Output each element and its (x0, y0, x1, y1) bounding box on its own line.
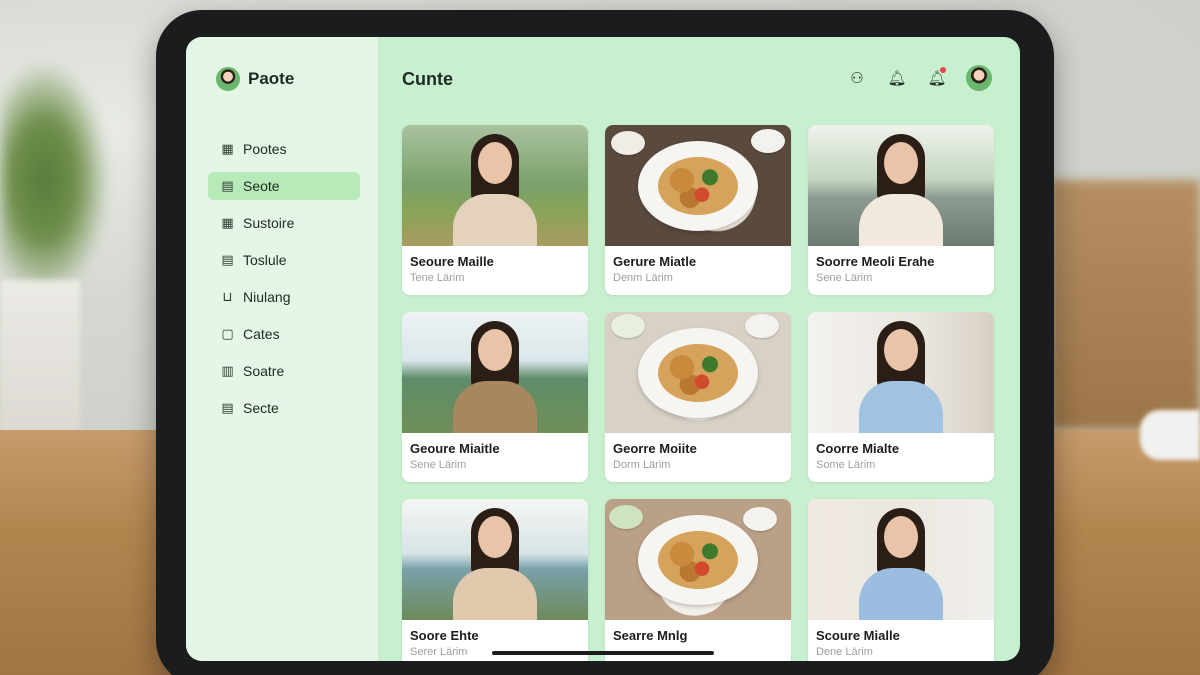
bowl-image (611, 131, 645, 155)
sidebar-item-niulang[interactable]: ⊔ Niulang (208, 283, 360, 311)
card-title: Searre Mnlg (613, 628, 688, 643)
card-grid: Seoure Maille Tene Lärim Gerure Miatle D… (402, 125, 994, 661)
background-cabinet (1050, 180, 1200, 430)
portrait-thumbnail (808, 125, 994, 246)
user-icon[interactable]: ⚇ (846, 67, 868, 89)
grid-icon: ▦ (221, 141, 234, 157)
sidebar-item-label: Pootes (243, 141, 287, 157)
person-figure (853, 315, 949, 433)
bowl-image (611, 314, 645, 338)
card-subtitle: Dene Lärim (816, 646, 873, 658)
card-item[interactable]: Searre Mnlg (605, 499, 791, 661)
portrait-thumbnail (808, 499, 994, 620)
card-item[interactable]: Georre Moiite Dorm Lärim (605, 312, 791, 482)
sidebar-item-label: Soatre (243, 363, 285, 379)
card-title: Georre Moiite (613, 441, 697, 456)
bowl-image (743, 507, 777, 531)
apps-icon: ▦ (221, 215, 234, 231)
home-indicator[interactable] (492, 651, 714, 655)
sidebar-item-label: Niulang (243, 289, 291, 305)
card-item[interactable]: Coorre Mialte Some Lärim (808, 312, 994, 482)
header-actions: ⚇ 🔔︎ 🔔︎ (846, 65, 992, 91)
sidebar-item-secte[interactable]: ▤ Secte (208, 394, 360, 422)
portrait-thumbnail (402, 125, 588, 246)
notification-bell-icon[interactable]: 🔔︎ (926, 67, 948, 89)
card-item[interactable]: Seoure Maille Tene Lärim (402, 125, 588, 295)
card-subtitle: Dorm Lärim (613, 459, 671, 471)
sidebar-item-label: Seote (243, 178, 280, 194)
card-title: Seoure Maille (410, 254, 494, 269)
card-subtitle: Sene Lärim (816, 272, 873, 284)
sidebar-item-seote[interactable]: ▤ Seote (208, 172, 360, 200)
sidebar-item-label: Cates (243, 326, 280, 342)
card-title: Coorre Mialte (816, 441, 900, 456)
bowl-image (751, 129, 785, 153)
app-screen: Paote ▦ Pootes ▤ Seote ▦ Sustoire ▤ Tosl… (186, 37, 1020, 661)
card-subtitle: Denm Lärim (613, 272, 673, 284)
sidebar-item-label: Toslule (243, 252, 287, 268)
plate-image (638, 140, 758, 231)
card-title: Geoure Miaitle (410, 441, 500, 456)
sidebar-item-sustoire[interactable]: ▦ Sustoire (208, 209, 360, 237)
food-thumbnail (605, 125, 791, 246)
card-title: Scoure Mialle (816, 628, 900, 643)
document-icon: ▤ (221, 252, 234, 268)
card-title: Soorre Meoli Erahe (816, 254, 935, 269)
bowl-image (609, 505, 643, 529)
plate-image (638, 327, 758, 418)
list-icon: ▤ (221, 400, 234, 416)
avatar[interactable] (966, 65, 992, 91)
card-item[interactable]: Scoure Mialle Dene Lärim (808, 499, 994, 661)
food-thumbnail (605, 499, 791, 620)
card-subtitle: Tene Lärim (410, 272, 465, 284)
sidebar-nav: ▦ Pootes ▤ Seote ▦ Sustoire ▤ Toslule ⊔ … (208, 135, 360, 431)
card-item[interactable]: Soorre Meoli Erahe Sene Lärim (808, 125, 994, 295)
brand-name: Paote (248, 69, 295, 88)
portrait-thumbnail (808, 312, 994, 433)
card-item[interactable]: Geoure Miaitle Sene Lärim (402, 312, 588, 482)
card-item[interactable]: Soore Ehte Serer Lärim (402, 499, 588, 661)
card-item[interactable]: Gerure Miatle Denm Lärim (605, 125, 791, 295)
card-subtitle: Some Lärim (816, 459, 876, 471)
page-title: Cunte (402, 69, 453, 89)
plate-image (638, 514, 758, 605)
sidebar-item-soatre[interactable]: ▥ Soatre (208, 357, 360, 385)
background-mug (1140, 410, 1200, 460)
calendar-icon: ▤ (221, 178, 234, 194)
person-figure (447, 128, 543, 246)
person-figure (447, 502, 543, 620)
file-icon: ▥ (221, 363, 234, 379)
sidebar-item-pootes[interactable]: ▦ Pootes (208, 135, 360, 163)
sidebar: Paote ▦ Pootes ▤ Seote ▦ Sustoire ▤ Tosl… (186, 37, 378, 661)
brand-avatar (216, 67, 240, 91)
note-icon: ▢ (221, 326, 234, 342)
person-figure (447, 315, 543, 433)
notification-dot (940, 67, 946, 73)
portrait-thumbnail (402, 499, 588, 620)
bell-icon[interactable]: 🔔︎ (886, 67, 908, 89)
card-title: Gerure Miatle (613, 254, 697, 269)
card-title: Soore Ehte (410, 628, 479, 643)
person-figure (853, 502, 949, 620)
sidebar-item-label: Sustoire (243, 215, 295, 231)
sidebar-item-toslule[interactable]: ▤ Toslule (208, 246, 360, 274)
background-plant (0, 60, 110, 300)
basket-icon: ⊔ (222, 289, 233, 305)
card-subtitle: Sene Lärim (410, 459, 467, 471)
brand[interactable]: Paote (216, 67, 294, 91)
portrait-thumbnail (402, 312, 588, 433)
person-figure (853, 128, 949, 246)
food-thumbnail (605, 312, 791, 433)
sidebar-item-cates[interactable]: ▢ Cates (208, 320, 360, 348)
bowl-image (745, 314, 779, 338)
sidebar-item-label: Secte (243, 400, 279, 416)
